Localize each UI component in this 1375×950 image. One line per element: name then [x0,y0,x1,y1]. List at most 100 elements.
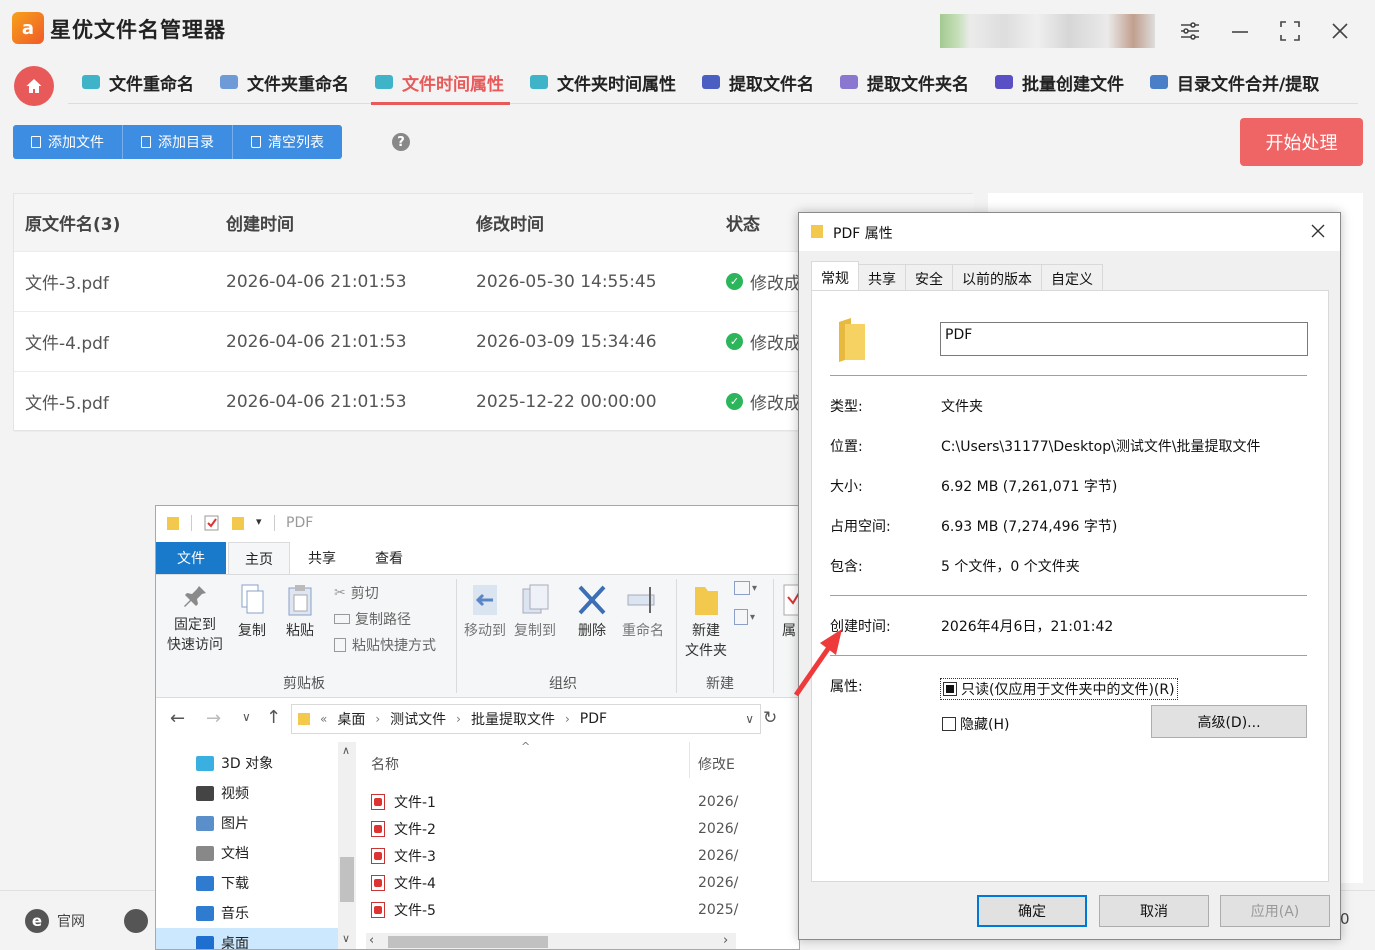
delete-button[interactable]: 删除 [574,583,610,641]
nav-tab-6[interactable]: 批量创建文件 [981,60,1136,104]
start-processing-button[interactable]: 开始处理 [1240,118,1363,166]
scroll-up-icon[interactable]: ∧ [342,744,350,757]
nav-item[interactable]: 3D 对象 [196,748,273,778]
nav-tab-3[interactable]: 文件夹时间属性 [516,60,688,104]
properties-check-icon[interactable] [204,515,220,531]
cancel-button[interactable]: 取消 [1099,895,1209,927]
copy-button[interactable]: 复制 [234,583,270,641]
add-file-button[interactable]: 添加文件 [13,125,123,159]
col-header-filename[interactable]: 原文件名(3) [25,194,120,251]
breadcrumb-batch-extract[interactable]: 批量提取文件 [471,709,555,729]
tab-view[interactable]: 查看 [361,542,417,574]
dialog-close-icon[interactable] [1306,219,1330,243]
nav-item[interactable]: 下载 [196,868,249,898]
minimize-icon[interactable] [1225,16,1255,46]
file-list-item[interactable]: 文件-5 2025/ [371,897,751,923]
nav-tab-7[interactable]: 目录文件合并/提取 [1136,60,1331,104]
hidden-checkbox[interactable]: 隐藏(H) [942,714,1009,734]
move-to-button[interactable]: 移动到 [462,583,508,641]
dialog-tab-2[interactable]: 安全 [905,264,953,293]
dialog-tab-1[interactable]: 共享 [858,264,906,293]
dialog-tab-3[interactable]: 以前的版本 [952,264,1042,293]
folder-name-input[interactable]: PDF [940,322,1308,356]
hidden-check-box[interactable] [942,717,956,731]
tab-file[interactable]: 文件 [156,542,226,574]
ok-button[interactable]: 确定 [977,895,1087,927]
tab-home[interactable]: 主页 [228,542,290,574]
nav-tab-0[interactable]: 文件重命名 [68,60,206,104]
copy-path-button[interactable]: 复制路径 [334,609,411,629]
copy-to-button[interactable]: 复制到 [512,583,558,641]
refresh-icon[interactable]: ↻ [763,708,777,728]
trash-icon [251,136,261,148]
col-header-name[interactable]: 名称 [371,754,399,774]
clear-list-button[interactable]: 清空列表 [233,125,342,159]
new-folder-icon[interactable] [231,515,245,531]
breadcrumb-test-files[interactable]: 测试文件 [390,709,446,729]
home-button[interactable] [14,66,54,106]
dialog-tab-4[interactable]: 自定义 [1041,264,1103,293]
nav-tab-5[interactable]: 提取文件夹名 [826,60,981,104]
nav-item[interactable]: 图片 [196,808,249,838]
forward-arrow-icon[interactable]: → [206,708,221,729]
address-bar[interactable]: « 桌面 › 测试文件 › 批量提取文件 › PDF ∨ [291,704,761,734]
website-icon[interactable]: e [25,909,49,933]
breadcrumb-desktop[interactable]: 桌面 [337,709,365,729]
new-item-button[interactable]: ▾ [734,581,757,595]
nav-item[interactable]: 桌面 [156,928,338,949]
scroll-left-icon[interactable]: ‹ [369,933,374,948]
overflow-chevron-icon[interactable]: « [320,712,327,726]
list-scroll-thumb[interactable] [388,936,548,948]
column-divider[interactable] [689,742,690,778]
easy-access-button[interactable]: ▾ [734,609,755,625]
nav-tab-1[interactable]: 文件夹重命名 [206,60,361,104]
cut-button[interactable]: ✂ 剪切 [334,583,379,603]
new-folder-button[interactable]: 新建 文件夹 [680,583,732,661]
scroll-right-icon[interactable]: › [723,933,728,948]
back-arrow-icon[interactable]: ← [170,708,185,729]
tab-share[interactable]: 共享 [296,542,348,574]
help-icon[interactable]: ? [392,133,410,151]
col-header-modified[interactable]: 修改E [698,754,735,774]
file-list-item[interactable]: 文件-2 2026/ [371,816,751,842]
readonly-checkbox[interactable]: 只读(仅应用于文件夹中的文件)(R) [940,678,1178,700]
file-list-item[interactable]: 文件-1 2026/ [371,789,751,815]
close-icon[interactable] [1325,16,1355,46]
pin-quick-access-button[interactable]: 固定到 快速访问 [164,583,226,655]
readonly-check-box[interactable] [943,682,957,696]
nav-item[interactable]: 音乐 [196,898,249,928]
nav-item[interactable]: 文档 [196,838,249,868]
nav-tab-2[interactable]: 文件时间属性 [361,60,516,105]
paste-shortcut-button[interactable]: 粘贴快捷方式 [334,635,436,655]
chevron-right-icon[interactable]: › [375,712,380,726]
paste-button[interactable]: 粘贴 [282,583,318,641]
list-hscrollbar[interactable]: ‹ › [366,933,736,949]
website-link[interactable]: 官网 [57,911,85,931]
chat-icon[interactable] [124,909,148,933]
recent-locations-icon[interactable]: ∨ [242,710,251,724]
nav-scrollbar[interactable]: ∧ ∨ [338,742,356,949]
apply-button[interactable]: 应用(A) [1220,895,1330,927]
file-list-item[interactable]: 文件-4 2026/ [371,870,751,896]
qat-dropdown-icon[interactable]: ▾ [256,515,262,528]
advanced-button[interactable]: 高级(D)... [1151,705,1307,738]
maximize-icon[interactable] [1275,16,1305,46]
address-dropdown-icon[interactable]: ∨ [745,712,754,726]
chevron-right-icon[interactable]: › [456,712,461,726]
add-directory-button[interactable]: 添加目录 [123,125,233,159]
rename-button[interactable]: 重命名 [618,583,668,641]
file-list-item[interactable]: 文件-3 2026/ [371,843,751,869]
nav-scroll-thumb[interactable] [340,857,354,902]
breadcrumb-pdf[interactable]: PDF [580,711,607,727]
nav-tab-4[interactable]: 提取文件名 [688,60,826,104]
user-avatar-blurred[interactable] [940,14,1155,48]
settings-sliders-icon[interactable] [1175,16,1205,46]
scroll-down-icon[interactable]: ∨ [342,932,350,945]
up-arrow-icon[interactable]: ↑ [266,707,281,728]
col-header-modified[interactable]: 修改时间 [476,194,544,251]
col-header-created[interactable]: 创建时间 [226,194,294,251]
nav-item[interactable]: 视频 [196,778,249,808]
col-header-status[interactable]: 状态 [726,194,760,251]
chevron-right-icon[interactable]: › [565,712,570,726]
dialog-tab-0[interactable]: 常规 [811,261,859,293]
